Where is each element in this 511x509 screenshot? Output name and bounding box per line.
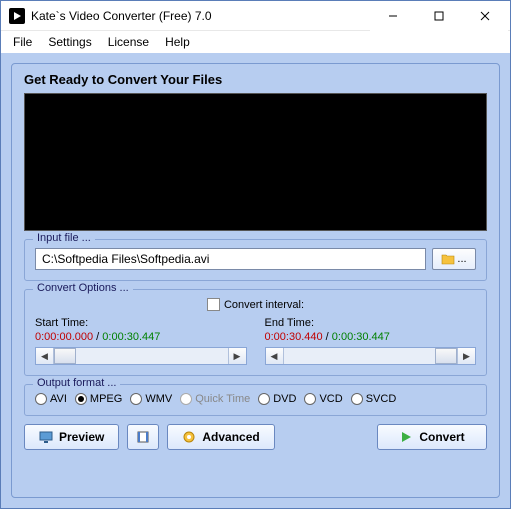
client-area: Get Ready to Convert Your Files Input fi… [1, 53, 510, 508]
convert-interval-checkbox[interactable] [207, 298, 220, 311]
titlebar: Kate`s Video Converter (Free) 7.0 [1, 1, 510, 31]
format-quicktime[interactable]: Quick Time [180, 393, 250, 405]
output-format-group: Output format ... AVI MPEG WMV Quick Tim… [24, 384, 487, 416]
close-button[interactable] [462, 1, 508, 31]
main-panel: Get Ready to Convert Your Files Input fi… [11, 63, 500, 498]
film-icon [136, 430, 150, 444]
slider-left-icon[interactable]: ◀ [266, 348, 284, 364]
slider-thumb[interactable] [435, 348, 457, 364]
convert-options-label: Convert Options ... [33, 282, 133, 294]
time-sep: / [93, 331, 102, 343]
menu-settings[interactable]: Settings [40, 33, 99, 51]
end-time-column: End Time: 0:00:30.440 / 0:00:30.447 ◀ ▶ [265, 317, 477, 365]
convert-options-group: Convert Options ... Convert interval: St… [24, 289, 487, 376]
browse-button[interactable]: ... [432, 248, 476, 270]
slider-track[interactable] [54, 348, 228, 364]
slider-thumb[interactable] [54, 348, 76, 364]
slider-right-icon[interactable]: ▶ [228, 348, 246, 364]
convert-button[interactable]: Convert [377, 424, 487, 450]
app-icon [9, 8, 25, 24]
monitor-icon [39, 430, 53, 444]
menu-file[interactable]: File [5, 33, 40, 51]
minimize-button[interactable] [370, 1, 416, 31]
start-time-current: 0:00:00.000 [35, 331, 93, 343]
menu-help[interactable]: Help [157, 33, 198, 51]
slider-left-icon[interactable]: ◀ [36, 348, 54, 364]
output-format-label: Output format ... [33, 377, 120, 389]
start-time-column: Start Time: 0:00:00.000 / 0:00:30.447 ◀ … [35, 317, 247, 365]
page-heading: Get Ready to Convert Your Files [24, 72, 487, 87]
time-sep2: / [323, 331, 332, 343]
slider-right-icon[interactable]: ▶ [457, 348, 475, 364]
convert-interval-label: Convert interval: [224, 299, 304, 311]
slider-track[interactable] [284, 348, 458, 364]
maximize-button[interactable] [416, 1, 462, 31]
play-icon [399, 430, 413, 444]
browse-dots: ... [457, 253, 466, 265]
end-time-label: End Time: [265, 317, 477, 329]
input-file-label: Input file ... [33, 232, 95, 244]
window-title: Kate`s Video Converter (Free) 7.0 [31, 9, 370, 23]
gear-icon [182, 430, 196, 444]
start-time-label: Start Time: [35, 317, 247, 329]
menu-license[interactable]: License [100, 33, 157, 51]
format-wmv[interactable]: WMV [130, 393, 172, 405]
video-preview [24, 93, 487, 231]
preview-button[interactable]: Preview [24, 424, 119, 450]
film-button[interactable] [127, 424, 159, 450]
format-dvd[interactable]: DVD [258, 393, 296, 405]
input-file-path[interactable] [35, 248, 426, 270]
format-avi[interactable]: AVI [35, 393, 67, 405]
button-row: Preview Advanced Convert [24, 424, 487, 450]
format-svcd[interactable]: SVCD [351, 393, 397, 405]
format-vcd[interactable]: VCD [304, 393, 342, 405]
menubar: File Settings License Help [1, 31, 510, 53]
end-time-total: 0:00:30.447 [332, 331, 390, 343]
start-time-total: 0:00:30.447 [102, 331, 160, 343]
format-mpeg[interactable]: MPEG [75, 393, 122, 405]
folder-icon [441, 252, 455, 266]
input-file-group: Input file ... ... [24, 239, 487, 281]
start-time-slider[interactable]: ◀ ▶ [35, 347, 247, 365]
end-time-current: 0:00:30.440 [265, 331, 323, 343]
end-time-slider[interactable]: ◀ ▶ [265, 347, 477, 365]
advanced-button[interactable]: Advanced [167, 424, 274, 450]
